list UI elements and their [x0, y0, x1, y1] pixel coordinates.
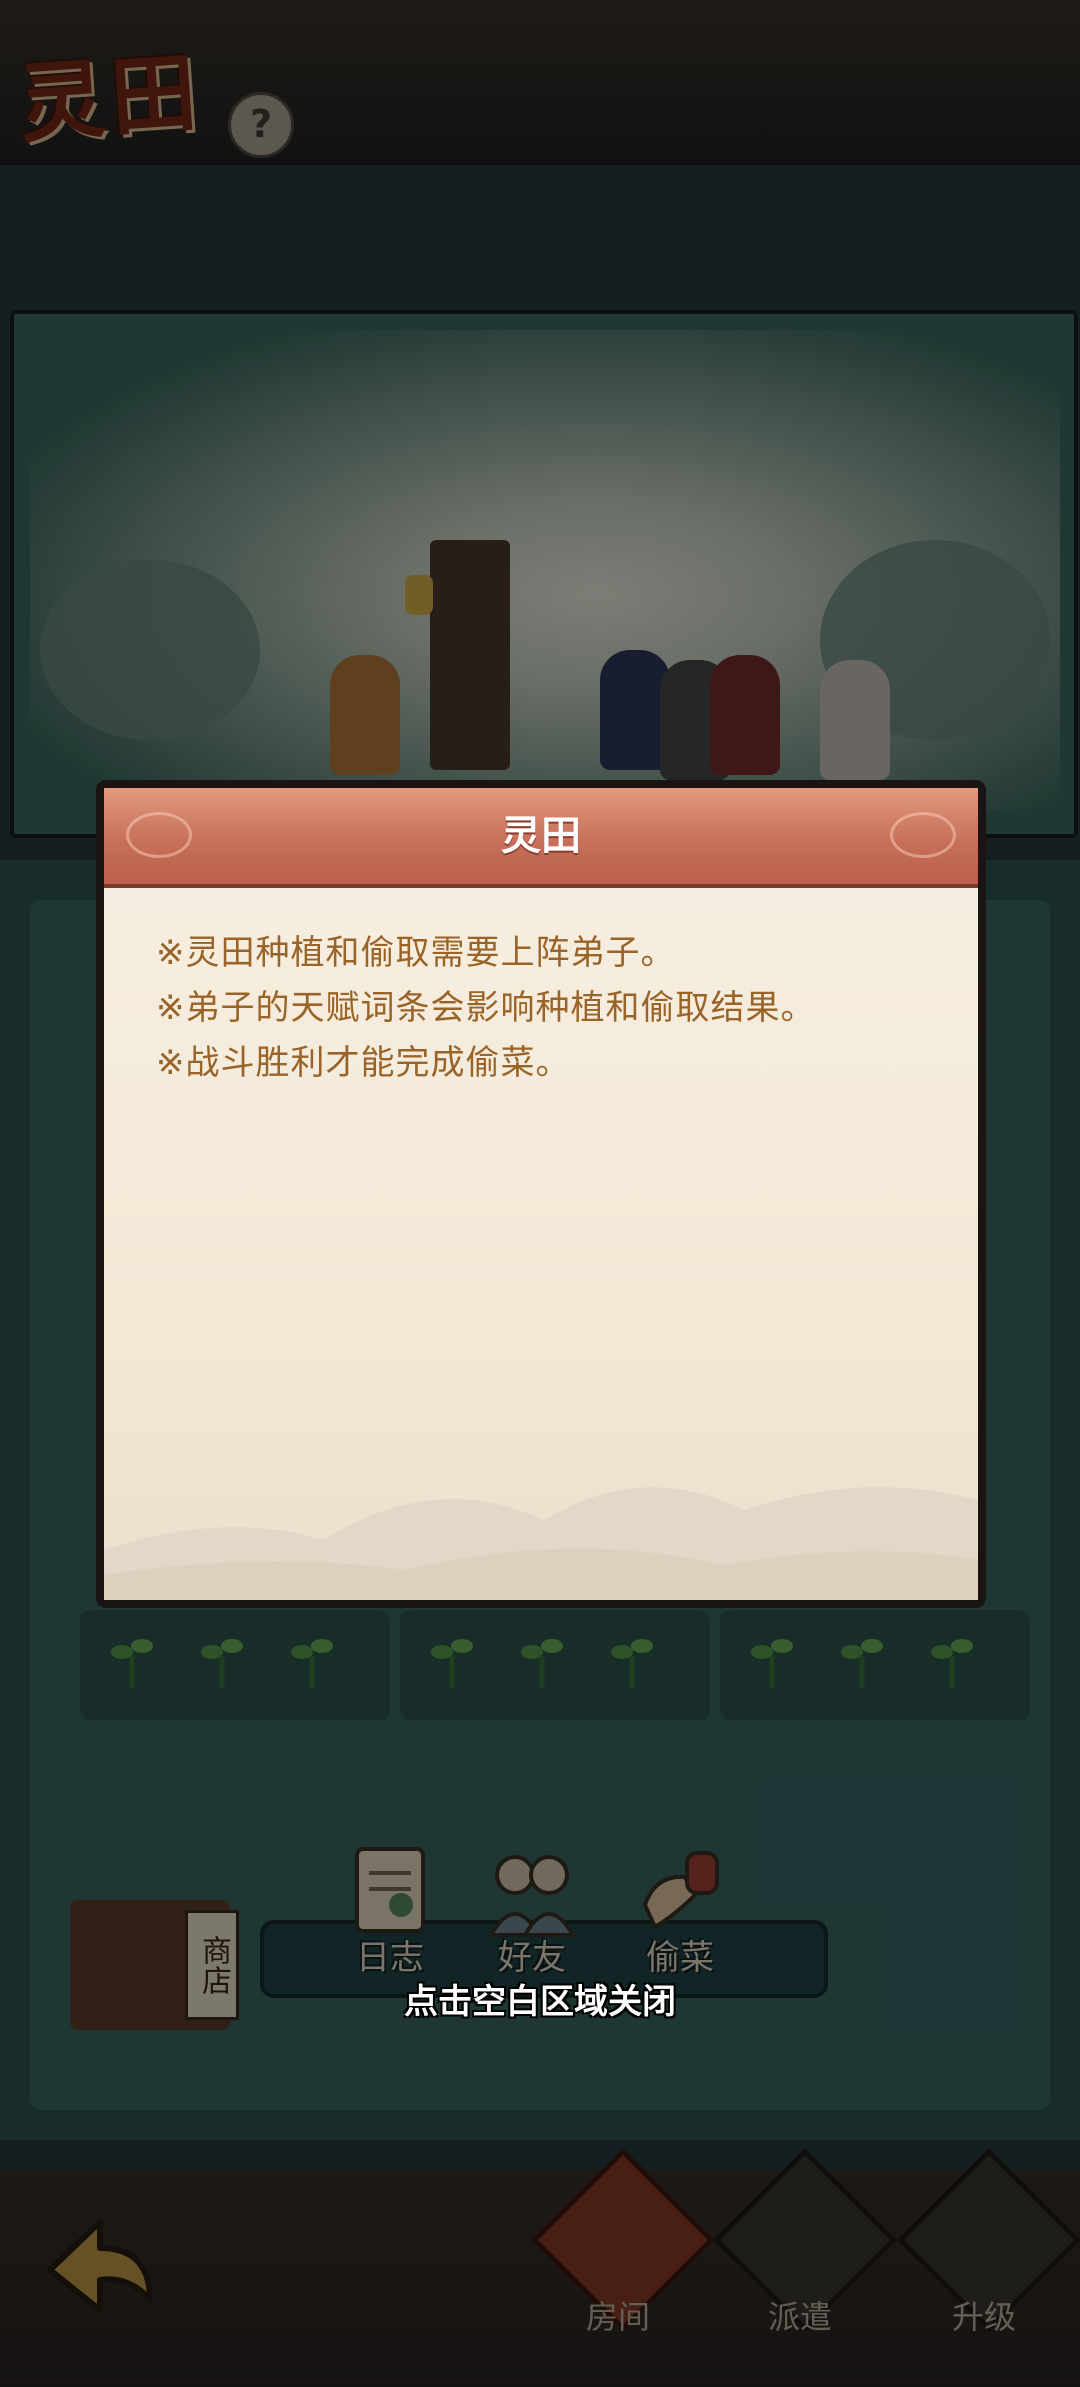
dialog-text: ※灵田种植和偷取需要上阵弟子。 ※弟子的天赋词条会影响种植和偷取结果。 ※战斗胜…: [156, 926, 956, 1091]
rule-line-2: ※弟子的天赋词条会影响种植和偷取结果。: [156, 988, 816, 1028]
close-hint: 点击空白区域关闭: [404, 1982, 676, 2022]
rule-line-1: ※灵田种植和偷取需要上阵弟子。: [156, 933, 676, 973]
rule-line-3: ※战斗胜利才能完成偷菜。: [156, 1043, 571, 1083]
dialog-title: 灵田: [501, 813, 581, 859]
mountain-decoration: [104, 1487, 978, 1600]
